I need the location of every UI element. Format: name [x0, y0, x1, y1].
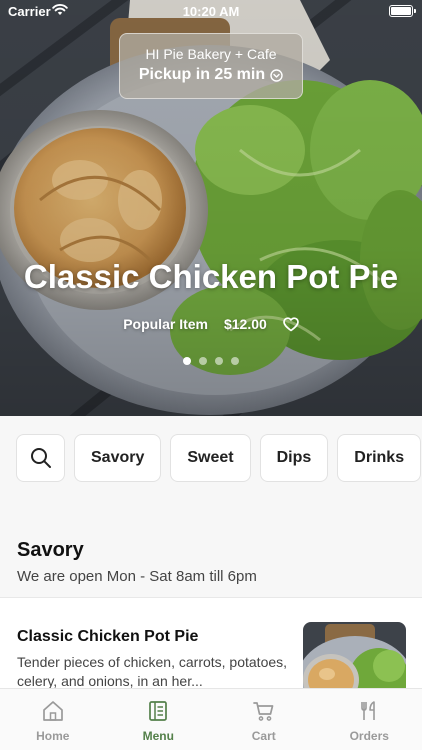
carousel-dot[interactable] — [199, 357, 207, 365]
carousel-dot[interactable] — [231, 357, 239, 365]
tab-cart[interactable]: Cart — [211, 689, 317, 750]
tab-home[interactable]: Home — [0, 689, 106, 750]
category-chip-drinks[interactable]: Drinks — [337, 434, 422, 482]
clock-label: 10:20 AM — [182, 4, 240, 19]
fork-knife-icon — [361, 701, 376, 720]
search-icon — [30, 448, 51, 468]
pickup-time-label: Pickup in 25 min — [138, 66, 266, 83]
hero-item-meta: Popular Item $12.00 — [0, 316, 422, 332]
tab-cart-label: Cart — [251, 729, 276, 743]
tab-bar: Home Menu Cart Orders — [0, 688, 422, 750]
cart-icon — [252, 702, 274, 721]
section-title: Savory — [17, 539, 84, 561]
heart-icon[interactable] — [282, 316, 299, 332]
carousel-dot[interactable] — [215, 357, 223, 365]
tab-menu[interactable]: Menu — [106, 689, 212, 750]
category-bar: Savory Sweet Dips Drinks — [0, 416, 422, 500]
hero-item-title: Classic Chicken Pot Pie — [23, 258, 399, 295]
search-button[interactable] — [16, 434, 65, 482]
section-subtitle: We are open Mon - Sat 8am till 6pm — [17, 568, 257, 585]
pickup-time-row: Pickup in 25 min — [120, 66, 302, 84]
menu-book-icon — [149, 701, 168, 721]
battery-icon — [389, 5, 416, 17]
store-name: HI Pie Bakery + Cafe — [145, 46, 277, 62]
popular-badge: Popular Item — [123, 316, 208, 332]
tab-orders-label: Orders — [349, 729, 389, 743]
category-chip-dips[interactable]: Dips — [259, 434, 329, 482]
home-icon — [42, 701, 63, 721]
category-chip-savory[interactable]: Savory — [74, 434, 162, 482]
tab-orders[interactable]: Orders — [317, 689, 422, 750]
carousel-pagination[interactable] — [0, 357, 422, 365]
pickup-selector[interactable]: HI Pie Bakery + Cafe Pickup in 25 min — [119, 33, 303, 99]
hero-carousel[interactable]: Carrier 10:20 AM HI Pie Bakery + Cafe Pi… — [0, 0, 422, 416]
carousel-dot[interactable] — [183, 357, 191, 365]
menu-item-description: Tender pieces of chicken, carrots, potat… — [17, 654, 288, 689]
tab-home-label: Home — [36, 729, 70, 743]
category-chip-sweet[interactable]: Sweet — [170, 434, 251, 482]
tab-menu-label: Menu — [142, 729, 174, 743]
hero-item-price: $12.00 — [223, 316, 267, 332]
menu-section-header: Savory We are open Mon - Sat 8am till 6p… — [0, 500, 422, 596]
menu-item-name: Classic Chicken Pot Pie — [17, 628, 199, 645]
app-screen: Carrier 10:20 AM HI Pie Bakery + Cafe Pi… — [0, 0, 422, 750]
status-bar: Carrier 10:20 AM — [0, 0, 422, 22]
menu-item[interactable]: Classic Chicken Pot Pie Tender pieces of… — [0, 597, 422, 712]
chevron-down-circle-icon — [270, 69, 283, 82]
